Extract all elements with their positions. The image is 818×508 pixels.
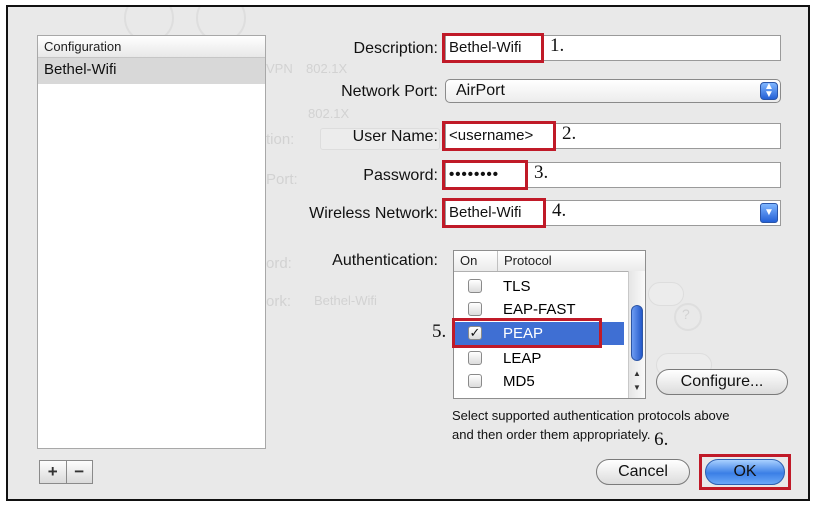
md5-checkbox[interactable]: [468, 374, 482, 388]
cancel-button[interactable]: Cancel: [596, 459, 690, 485]
leap-label: LEAP: [503, 350, 542, 367]
configure-button[interactable]: Configure...: [656, 369, 788, 395]
scroll-down-arrow-icon[interactable]: ▼: [633, 383, 641, 392]
chevron-down-icon[interactable]: ▼: [760, 203, 778, 223]
auth-row-tls[interactable]: TLS: [454, 275, 624, 298]
wireless-network-label: Wireless Network:: [309, 205, 438, 222]
annotation-box-peap: [452, 318, 602, 348]
auth-col-protocol: Protocol: [504, 253, 552, 268]
eap-fast-checkbox[interactable]: [468, 302, 482, 316]
annotation-step-2: 2.: [562, 123, 577, 144]
remove-configuration-button[interactable]: −: [67, 461, 93, 483]
annotation-box-password: [442, 160, 528, 190]
auth-col-on: On: [454, 251, 498, 271]
ghost-network-name: Bethel-Wifi: [314, 293, 377, 308]
ghost-vpn-label: VPN: [266, 61, 293, 76]
leap-checkbox[interactable]: [468, 351, 482, 365]
annotation-box-wireless-network: [442, 198, 546, 228]
description-label: Description:: [353, 40, 438, 57]
ghost-8021x-label-2: 802.1X: [308, 106, 350, 121]
tls-label: TLS: [503, 278, 531, 295]
help-text-line-1: Select supported authentication protocol…: [452, 408, 730, 423]
add-remove-control: + −: [39, 460, 93, 484]
annotation-step-4: 4.: [552, 200, 567, 221]
network-port-value: AirPort: [456, 82, 505, 99]
user-name-label: User Name:: [352, 128, 438, 145]
ghost-help-glyph: ?: [682, 306, 690, 322]
auth-table-scrollbar[interactable]: ▲ ▼: [628, 271, 645, 398]
auth-row-md5[interactable]: MD5: [454, 370, 624, 393]
authentication-help-text: Select supported authentication protocol…: [452, 407, 802, 449]
dialog-window: VPN 802.1X 802.1X tion: Port: ord: ork: …: [6, 5, 810, 501]
auth-table-header: On Protocol: [454, 251, 645, 272]
annotation-box-user-name: [442, 121, 556, 151]
network-port-label: Network Port:: [341, 83, 438, 100]
annotation-step-5: 5.: [432, 321, 447, 342]
chevron-updown-icon: ▲ ▼: [760, 82, 778, 100]
ghost-label-ork: ork:: [266, 293, 292, 310]
annotation-step-3: 3.: [534, 162, 549, 183]
configuration-item-bethel-wifi[interactable]: Bethel-Wifi: [38, 58, 265, 84]
annotation-box-description: [442, 33, 544, 63]
help-text-line-2: and then order them appropriately. 6.: [452, 425, 802, 449]
authentication-label: Authentication:: [332, 252, 438, 269]
tls-checkbox[interactable]: [468, 279, 482, 293]
network-port-select[interactable]: AirPort ▲ ▼: [445, 79, 781, 103]
md5-label: MD5: [503, 373, 535, 390]
ghost-select: [648, 282, 684, 306]
auth-row-leap[interactable]: LEAP: [454, 347, 624, 370]
ghost-8021x-label: 802.1X: [306, 61, 348, 76]
add-configuration-button[interactable]: +: [40, 461, 67, 483]
annotation-step-1: 1.: [550, 35, 565, 56]
annotation-box-ok: [699, 454, 791, 490]
scroll-up-arrow-icon[interactable]: ▲: [633, 369, 641, 378]
eap-fast-label: EAP-FAST: [503, 301, 576, 318]
auth-scroll-thumb[interactable]: [631, 305, 643, 361]
password-label: Password:: [363, 167, 438, 184]
help-text-line-2-text: and then order them appropriately.: [452, 427, 651, 442]
annotation-step-6: 6.: [654, 429, 669, 450]
